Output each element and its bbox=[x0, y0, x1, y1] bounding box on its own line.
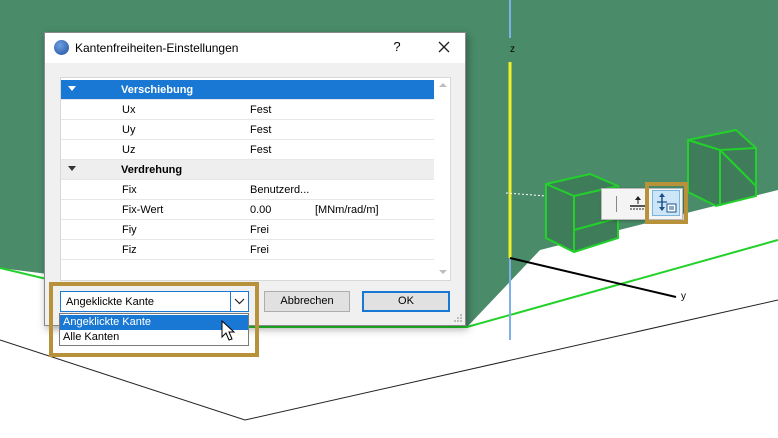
offset-edge-icon[interactable] bbox=[628, 195, 648, 213]
property-value[interactable]: Fest bbox=[250, 144, 271, 156]
property-value[interactable]: 0.00 bbox=[250, 204, 271, 216]
edge-symbol-2 bbox=[687, 128, 757, 208]
property-name: Uy bbox=[122, 124, 136, 136]
property-unit: [MNm/rad/m] bbox=[315, 204, 379, 216]
table-row-fix[interactable]: Fix Benutzerd... bbox=[61, 180, 434, 200]
chevron-down-icon[interactable] bbox=[230, 292, 248, 311]
palette-separator bbox=[616, 196, 617, 212]
resize-grip-icon[interactable] bbox=[453, 313, 463, 323]
help-button[interactable]: ? bbox=[387, 39, 407, 57]
properties-table[interactable]: Verschiebung Ux Fest Uy Fest Uz Fest Ver… bbox=[60, 77, 451, 281]
property-name: Fiy bbox=[122, 224, 137, 236]
group-row-verschiebung[interactable]: Verschiebung bbox=[61, 80, 434, 100]
dialog-title: Kantenfreiheiten-Einstellungen bbox=[75, 41, 239, 55]
dropdown-option[interactable]: Angeklickte Kante bbox=[60, 315, 248, 330]
scope-select-value: Angeklickte Kante bbox=[66, 296, 155, 308]
cancel-button[interactable]: Abbrechen bbox=[264, 291, 350, 312]
property-value[interactable]: Frei bbox=[250, 244, 269, 256]
edge-release-settings-icon[interactable] bbox=[652, 190, 680, 216]
close-icon[interactable] bbox=[433, 36, 455, 58]
collapse-triangle-icon[interactable] bbox=[68, 86, 76, 91]
group-row-verdrehung[interactable]: Verdrehung bbox=[61, 160, 434, 180]
edge-release-dialog: Kantenfreiheiten-Einstellungen ? Verschi… bbox=[44, 32, 466, 326]
group-label: Verdrehung bbox=[121, 164, 183, 176]
scope-select[interactable]: Angeklickte Kante bbox=[60, 291, 249, 312]
table-row-fiz[interactable]: Fiz Frei bbox=[61, 240, 434, 260]
table-row-uy[interactable]: Uy Fest bbox=[61, 120, 434, 140]
table-row-fix-wert[interactable]: Fix-Wert 0.00 [MNm/rad/m] bbox=[61, 200, 434, 220]
table-row-uz[interactable]: Uz Fest bbox=[61, 140, 434, 160]
group-label: Verschiebung bbox=[121, 84, 194, 96]
property-name: Fix bbox=[122, 184, 137, 196]
mouse-cursor-icon bbox=[221, 319, 237, 342]
property-name: Ux bbox=[122, 104, 136, 116]
dialog-titlebar[interactable]: Kantenfreiheiten-Einstellungen ? bbox=[45, 33, 465, 63]
property-value[interactable]: Frei bbox=[250, 224, 269, 236]
property-value[interactable]: Benutzerd... bbox=[250, 184, 309, 196]
property-name: Fiz bbox=[122, 244, 137, 256]
scroll-down-arrow-icon[interactable] bbox=[439, 270, 447, 274]
dropdown-option[interactable]: Alle Kanten bbox=[60, 330, 248, 345]
property-name: Fix-Wert bbox=[122, 204, 164, 216]
collapse-triangle-icon[interactable] bbox=[68, 166, 76, 171]
tool-palette bbox=[601, 188, 683, 220]
app-logo-icon bbox=[54, 40, 69, 55]
scroll-up-arrow-icon[interactable] bbox=[439, 83, 447, 87]
property-name: Uz bbox=[122, 144, 136, 156]
z-axis-label: z bbox=[510, 44, 515, 55]
table-row-fiy[interactable]: Fiy Frei bbox=[61, 220, 434, 240]
ok-button[interactable]: OK bbox=[362, 291, 450, 312]
property-value[interactable]: Fest bbox=[250, 104, 271, 116]
y-axis-label: y bbox=[681, 291, 686, 302]
property-value[interactable]: Fest bbox=[250, 124, 271, 136]
table-row-ux[interactable]: Ux Fest bbox=[61, 100, 434, 120]
